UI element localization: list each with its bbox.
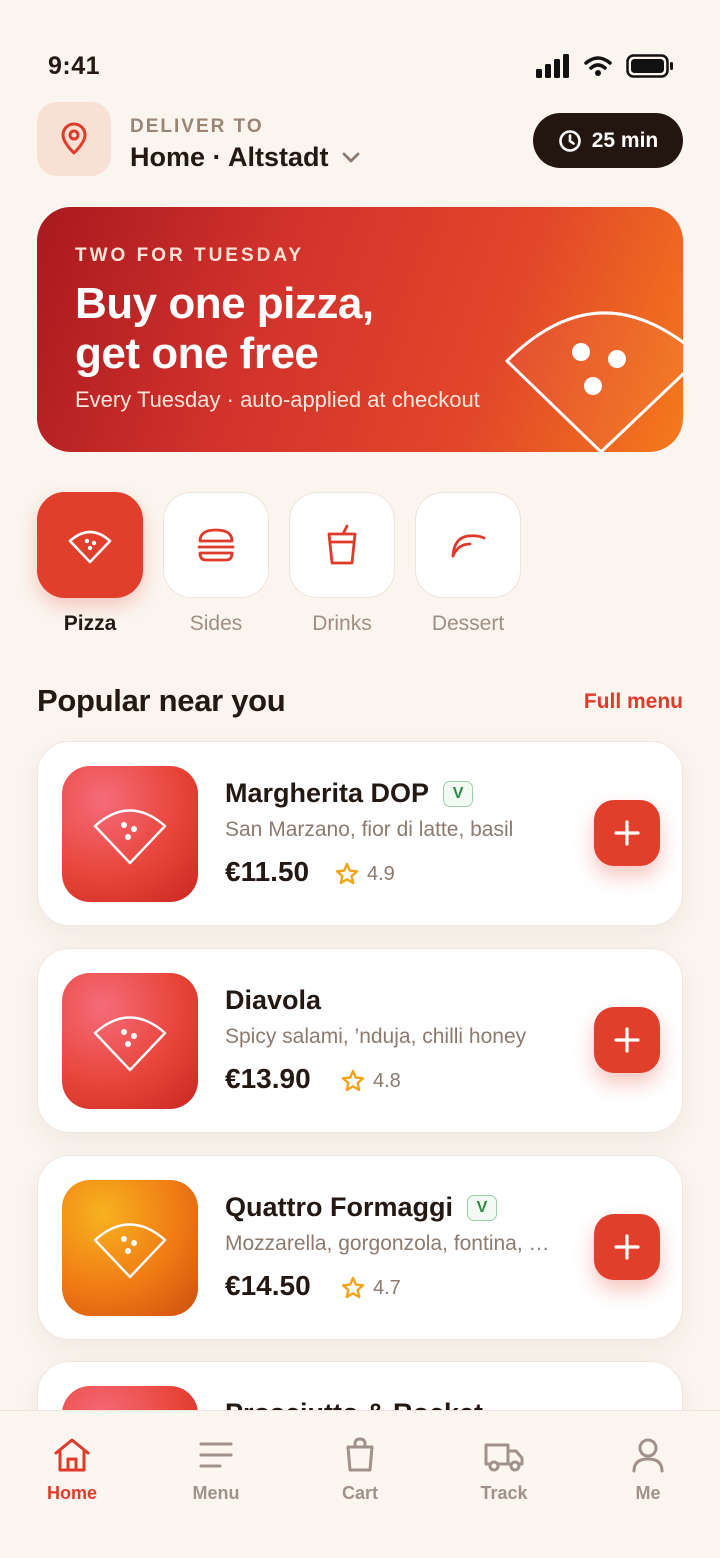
nav-cart[interactable]: Cart [288,1411,432,1558]
plus-icon [614,1027,640,1053]
nav-me[interactable]: Me [576,1411,720,1558]
product-description: San Marzano, fior di latte, basil [225,818,514,841]
product-rating: 4.7 [341,1276,401,1300]
full-menu-link[interactable]: Full menu [584,690,683,714]
product-name: Quattro Formaggi V [225,1192,497,1223]
category-tile [37,492,143,598]
category-row: Pizza Sides Drinks Dessert [37,492,521,636]
system-indicators [536,54,674,78]
category-sides[interactable]: Sides [163,492,269,636]
rating-value: 4.7 [373,1276,401,1299]
product-rating: 4.9 [335,862,395,886]
category-label: Drinks [312,612,372,635]
section-title: Popular near you [37,683,286,718]
eta-pill[interactable]: 25 min [533,113,683,168]
add-to-cart-button[interactable] [594,1214,660,1280]
product-thumbnail [62,973,198,1109]
location-pin-icon [61,122,87,155]
promo-banner[interactable]: TWO FOR TUESDAY Buy one pizza, get one f… [37,207,683,452]
promo-title: Buy one pizza, get one free [75,279,374,379]
eta-text: 25 min [591,128,659,152]
rating-value: 4.9 [367,862,395,885]
add-to-cart-button[interactable] [594,1007,660,1073]
nav-label: Cart [341,1483,378,1503]
truck-icon [484,1443,524,1472]
star-icon [335,862,359,885]
address-selector[interactable]: Home · Altstadt [130,142,361,173]
gelato-icon [451,534,486,558]
burger-icon [197,528,235,562]
chevron-down-icon [342,152,359,162]
product-price: €13.90 [225,1063,311,1094]
product-thumbnail [62,1180,198,1316]
nav-home[interactable]: Home [0,1411,144,1558]
category-drinks[interactable]: Drinks [289,492,395,636]
deliver-to-label: DELIVER TO [130,116,264,137]
status-time: 9:41 [48,52,101,80]
category-dessert[interactable]: Dessert [415,492,521,636]
clock-icon [558,129,581,152]
product-price: €14.50 [225,1270,311,1301]
plus-icon [614,820,640,846]
nav-label: Menu [192,1483,240,1503]
product-rating: 4.8 [341,1069,401,1093]
product-name-text: Quattro Formaggi [225,1192,453,1222]
product-name: Margherita DOP V [225,778,474,809]
pizza-slice-icon [93,809,167,865]
signal-icon [536,54,569,78]
pizza-slice-icon [93,1223,167,1279]
product-name-text: Diavola [225,985,322,1015]
pizza-slice-icon [68,530,112,564]
promo-title-line: Buy one pizza, [75,279,374,328]
category-tile [163,492,269,598]
category-tile [289,492,395,598]
nav-label: Home [46,1483,97,1503]
pizza-slice-icon [505,311,683,452]
nav-label: Track [480,1483,528,1503]
star-icon [341,1069,365,1092]
rating-value: 4.8 [373,1069,401,1092]
star-icon [341,1276,365,1299]
nav-label: Me [635,1483,661,1503]
bag-icon [346,1437,374,1472]
product-description: Mozzarella, gorgonzola, fontina, parmigi… [225,1232,560,1255]
bottom-nav: Home Menu Cart Track Me [0,1410,720,1558]
delivery-header: DELIVER TO Home · Altstadt 25 min [37,102,683,178]
product-thumbnail [62,766,198,902]
veg-badge: V [467,1194,497,1221]
pizza-slice-icon [93,1016,167,1072]
product-card[interactable]: Margherita DOP V San Marzano, fior di la… [37,741,683,926]
promo-eyebrow: TWO FOR TUESDAY [75,245,305,266]
user-icon [632,1438,664,1473]
cup-icon [327,524,357,565]
product-name: Diavola [225,985,321,1016]
menu-icon [199,1442,233,1468]
product-name-text: Margherita DOP [225,778,430,808]
category-label: Dessert [431,612,505,635]
product-description: Spicy salami, ’nduja, chilli honey [225,1025,527,1048]
add-to-cart-button[interactable] [594,800,660,866]
location-button[interactable] [37,102,111,176]
home-icon [54,1438,90,1472]
nav-menu[interactable]: Menu [144,1411,288,1558]
nav-track[interactable]: Track [432,1411,576,1558]
category-label: Pizza [63,612,117,635]
promo-title-line: get one free [75,329,319,378]
plus-icon [614,1234,640,1260]
product-price: €11.50 [225,856,310,887]
category-label: Sides [189,612,243,635]
category-tile [415,492,521,598]
veg-badge: V [443,780,474,807]
promo-subtitle: Every Tuesday · auto-applied at checkout [75,387,480,412]
product-card[interactable]: Diavola Spicy salami, ’nduja, chilli hon… [37,948,683,1133]
category-pizza[interactable]: Pizza [37,492,143,636]
wifi-icon [584,56,612,76]
address-text: Home · Altstadt [130,142,329,172]
status-bar: 9:41 [0,0,720,100]
product-card[interactable]: Quattro Formaggi V Mozzarella, gorgonzol… [37,1155,683,1340]
battery-icon [626,54,673,78]
